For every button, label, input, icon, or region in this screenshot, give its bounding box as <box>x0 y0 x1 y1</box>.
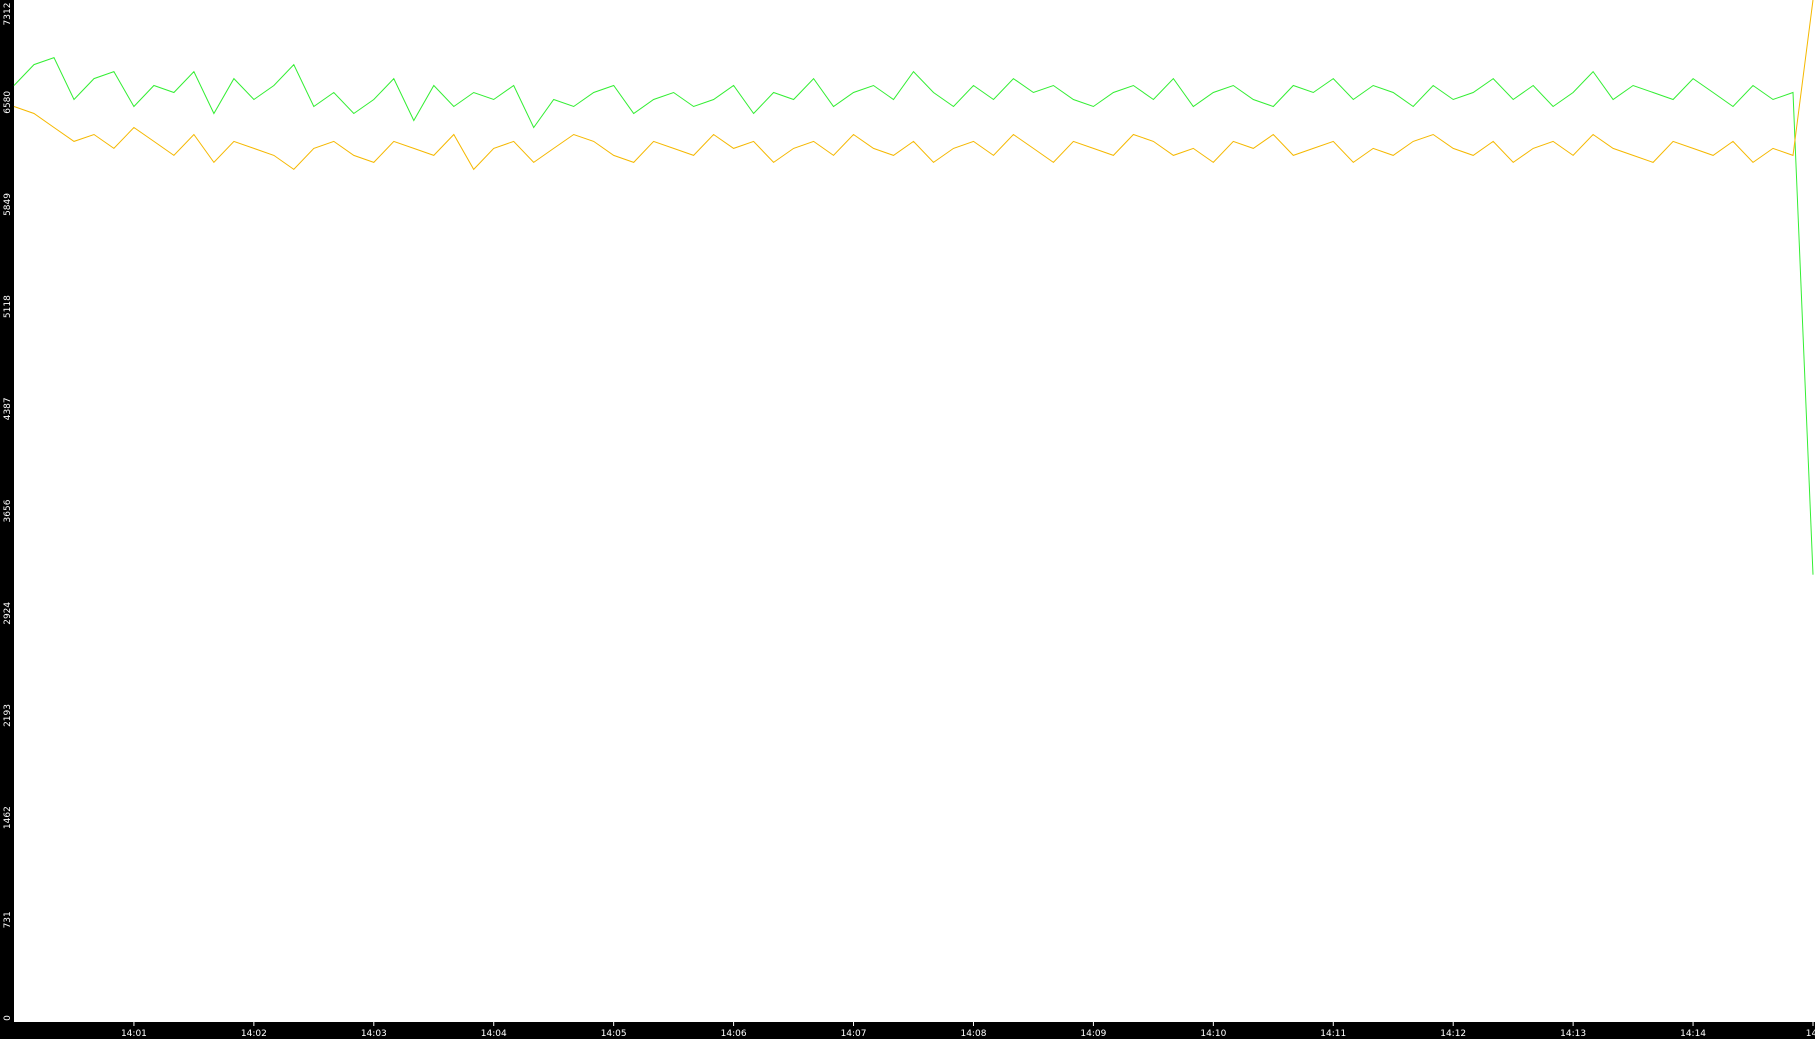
x-tick-label: 14:09 <box>1080 1029 1106 1039</box>
y-tick-label: 7312 <box>3 3 13 26</box>
x-tick-label: 14:13 <box>1560 1029 1586 1039</box>
x-tick-label: 14: <box>1806 1029 1815 1039</box>
chart-svg: 0 731 1462 2193 2924 3656 4387 5118 5849 6580 7312… <box>0 0 1815 1039</box>
y-tick-label: 2924 <box>3 602 13 625</box>
x-axis-band <box>0 1022 1815 1039</box>
x-tick-label: 14:07 <box>841 1029 867 1039</box>
x-tick-label: 14:01 <box>121 1029 147 1039</box>
plot-area <box>14 0 1815 1022</box>
x-tick-label: 14:14 <box>1680 1029 1706 1039</box>
y-tick-label: 5118 <box>3 295 13 318</box>
x-tick-label: 14:04 <box>481 1029 507 1039</box>
y-tick-label: 731 <box>3 911 13 928</box>
x-tick-label: 14:06 <box>721 1029 747 1039</box>
x-tick-label: 14:03 <box>361 1029 387 1039</box>
y-tick-label: 3656 <box>3 499 13 522</box>
y-tick-label: 4387 <box>3 397 13 420</box>
chart: 0 731 1462 2193 2924 3656 4387 5118 5849 6580 7312… <box>0 0 1815 1039</box>
x-tick-label: 14:05 <box>601 1029 627 1039</box>
y-tick-label: 6580 <box>3 91 13 114</box>
x-tick-label: 14:10 <box>1200 1029 1226 1039</box>
x-tick-label: 14:12 <box>1440 1029 1466 1039</box>
x-tick-label: 14:02 <box>241 1029 267 1039</box>
y-tick-label: 2193 <box>3 704 13 727</box>
x-tick-label: 14:11 <box>1320 1029 1346 1039</box>
y-tick-label: 5849 <box>3 193 13 216</box>
x-tick-label: 14:08 <box>960 1029 986 1039</box>
y-tick-label: 1462 <box>3 806 13 829</box>
y-tick-label: 0 <box>3 1015 13 1021</box>
